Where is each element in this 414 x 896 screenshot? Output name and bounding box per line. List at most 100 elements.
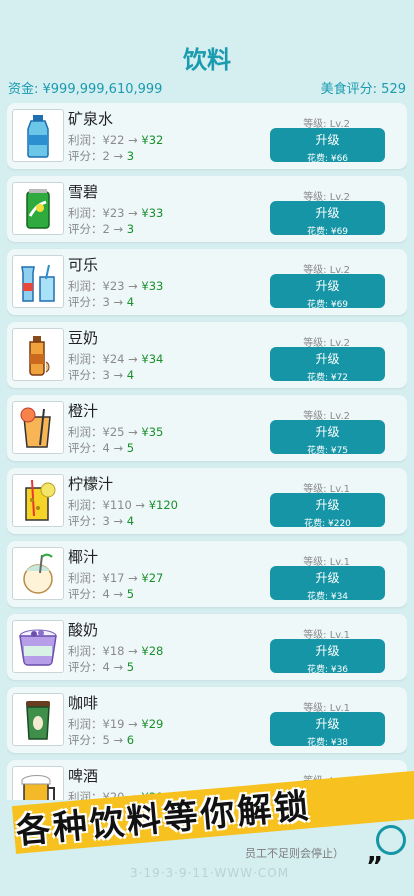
drink-card[interactable]: 橙汁 利润：¥25 → ¥35 评分：4 → 5 等级: Lv.2 升级 花费: ¥75 bbox=[7, 395, 407, 461]
rating-old: 评分：4 → bbox=[68, 441, 127, 455]
drink-name: 啤酒 bbox=[68, 767, 99, 785]
drink-card[interactable]: 可乐 利润：¥23 → ¥33 评分：3 → 4 等级: Lv.2 升级 花费: ¥69 bbox=[7, 249, 407, 315]
rating-old: 评分：3 → bbox=[68, 295, 127, 309]
drink-name: 可乐 bbox=[68, 256, 99, 274]
bottom-hint: 员工不足则会停止） bbox=[245, 847, 344, 860]
drink-card[interactable]: 椰汁 利润：¥17 → ¥27 评分：4 → 5 等级: Lv.1 升级 花费: ¥34 bbox=[7, 541, 407, 607]
quote-mark: ” bbox=[366, 852, 384, 882]
upgrade-button[interactable]: 升级花费: ¥72 bbox=[270, 347, 385, 383]
upgrade-button[interactable]: 升级 花费: ¥69 bbox=[270, 201, 385, 237]
upgrade-label: 升级 bbox=[315, 425, 340, 439]
profit-old: 利润：¥110 → bbox=[68, 498, 149, 512]
rating-line: 评分：5 → 6 bbox=[68, 732, 134, 748]
upgrade-label: 升级 bbox=[315, 571, 340, 585]
upgrade-button[interactable]: 升级 花费: ¥34 bbox=[270, 566, 385, 602]
profit-old: 利润：¥19 → bbox=[68, 717, 142, 731]
drink-card[interactable]: 雪碧 利润：¥23 → ¥33 评分：2 → 3 等级: Lv.2 升级 花费: ¥69 bbox=[7, 176, 407, 242]
drink-name: 酸奶 bbox=[68, 621, 99, 639]
drink-list[interactable]: 矿泉水 利润：¥22 → ¥32 评分：2 → 3 等级: Lv.2 升级 花费: ¥66… bbox=[7, 103, 407, 800]
upgrade-label: 升级 bbox=[315, 498, 340, 512]
profit-line: 利润：¥24 → ¥34 bbox=[68, 351, 163, 367]
profit-new: ¥29 bbox=[141, 717, 164, 731]
drink-name: 橙汁 bbox=[68, 402, 99, 420]
rating-line: 评分：3 → 4 bbox=[68, 513, 134, 529]
rating-old: 评分：3 → bbox=[68, 368, 127, 382]
drink-card[interactable]: 咖啡 利润：¥19 → ¥29 评分：5 → 6 等级: Lv.1 升级 花费: ¥38 bbox=[7, 687, 407, 753]
drink-name: 豆奶 bbox=[68, 329, 99, 347]
circle-button[interactable] bbox=[376, 825, 406, 855]
water-bottle-icon bbox=[12, 109, 64, 162]
watermark-text: 3·19·3·9·11·WWW·COM bbox=[130, 866, 290, 880]
profit-line: 利润：¥23 → ¥33 bbox=[68, 205, 163, 221]
upgrade-button[interactable]: 升级花费: ¥36 bbox=[270, 639, 385, 675]
rating-new: 6 bbox=[126, 733, 135, 747]
rating-line: 评分：4 → 5 bbox=[68, 586, 134, 602]
upgrade-cost: 花费: ¥69 bbox=[306, 227, 349, 237]
upgrade-cost: 花费: ¥36 bbox=[306, 665, 349, 675]
orange-juice-icon bbox=[12, 401, 64, 454]
profit-new: ¥120 bbox=[148, 498, 178, 512]
rating-new: 3 bbox=[126, 222, 135, 236]
profit-old: 利润：¥18 → bbox=[68, 644, 142, 658]
drink-name: 柠檬汁 bbox=[68, 475, 114, 493]
upgrade-cost: 花费: ¥72 bbox=[306, 373, 349, 383]
upgrade-label: 升级 bbox=[315, 352, 340, 366]
drink-name: 矿泉水 bbox=[68, 110, 114, 128]
upgrade-label: 升级 bbox=[315, 133, 340, 147]
profit-new: ¥33 bbox=[141, 206, 164, 220]
profit-line: 利润：¥25 → ¥35 bbox=[68, 424, 163, 440]
rating-old: 评分：3 → bbox=[68, 514, 127, 528]
rating-new: 4 bbox=[126, 514, 135, 528]
drink-card[interactable]: 矿泉水 利润：¥22 → ¥32 评分：2 → 3 等级: Lv.2 升级 花费: ¥66 bbox=[7, 103, 407, 169]
rating-line: 评分：4 → 5 bbox=[68, 440, 134, 456]
profit-new: ¥28 bbox=[141, 644, 164, 658]
profit-old: 利润：¥24 → bbox=[68, 352, 142, 366]
coconut-icon bbox=[12, 547, 64, 600]
upgrade-button[interactable]: 升级花费: ¥75 bbox=[270, 420, 385, 456]
drink-card[interactable]: 酸奶 利润：¥18 → ¥28 评分：4 → 5 等级: Lv.1 升级 花费: ¥36 bbox=[7, 614, 407, 680]
rating-line: 评分：2 → 3 bbox=[68, 148, 134, 164]
cola-icon bbox=[12, 255, 64, 308]
drink-name: 咖啡 bbox=[68, 694, 99, 712]
drink-name: 雪碧 bbox=[68, 183, 99, 201]
profit-new: ¥32 bbox=[141, 133, 164, 147]
rating-old: 评分：4 → bbox=[68, 660, 127, 674]
drink-card[interactable]: 柠檬汁 利润：¥110 → ¥120 评分：3 → 4 等级: Lv.1 升级 花费: ¥… bbox=[7, 468, 407, 534]
coffee-cup-icon bbox=[12, 693, 64, 746]
rating-new: 3 bbox=[126, 149, 135, 163]
soy-milk-icon bbox=[12, 328, 64, 381]
yogurt-icon bbox=[12, 620, 64, 673]
upgrade-label: 升级 bbox=[315, 644, 340, 658]
rating-old: 评分：5 → bbox=[68, 733, 127, 747]
rating-old: 评分：4 → bbox=[68, 587, 127, 601]
profit-old: 利润：¥23 → bbox=[68, 206, 142, 220]
sprite-can-icon bbox=[12, 182, 64, 235]
upgrade-button[interactable]: 升级 花费: ¥220 bbox=[270, 493, 385, 529]
profit-line: 利润：¥110 → ¥120 bbox=[68, 497, 178, 513]
page-title: 饮料 bbox=[183, 46, 231, 74]
upgrade-button[interactable]: 升级 花费: ¥66 bbox=[270, 128, 385, 164]
upgrade-button[interactable]: 升级 花费: ¥38 bbox=[270, 712, 385, 748]
upgrade-cost: 花费: ¥75 bbox=[306, 446, 349, 456]
rating-new: 4 bbox=[126, 295, 135, 309]
lemon-juice-icon bbox=[12, 474, 64, 527]
upgrade-cost: 花费: ¥38 bbox=[306, 738, 349, 748]
profit-old: 利润：¥25 → bbox=[68, 425, 142, 439]
upgrade-button[interactable]: 升级花费: ¥69 bbox=[270, 274, 385, 310]
profit-line: 利润：¥17 → ¥27 bbox=[68, 570, 163, 586]
rating-old: 评分：2 → bbox=[68, 222, 127, 236]
upgrade-label: 升级 bbox=[315, 279, 340, 293]
profit-line: 利润：¥22 → ¥32 bbox=[68, 132, 163, 148]
profit-new: ¥34 bbox=[141, 352, 164, 366]
upgrade-cost: 花费: ¥69 bbox=[306, 300, 349, 310]
rating-line: 评分：3 → 4 bbox=[68, 367, 134, 383]
drink-name: 椰汁 bbox=[68, 548, 99, 566]
rating-line: 评分：2 → 3 bbox=[68, 221, 134, 237]
profit-line: 利润：¥19 → ¥29 bbox=[68, 716, 163, 732]
rating-line: 评分：4 → 5 bbox=[68, 659, 134, 675]
stats-bar: 资金: ¥999,999,610,999 美食评分: 529 bbox=[8, 78, 406, 97]
drink-card[interactable]: 豆奶 利润：¥24 → ¥34 评分：3 → 4 等级: Lv.2 升级 花费: ¥72 bbox=[7, 322, 407, 388]
rating-line: 评分：3 → 4 bbox=[68, 294, 134, 310]
rating-new: 5 bbox=[126, 660, 135, 674]
food-rating-label: 美食评分: 529 bbox=[320, 82, 406, 97]
